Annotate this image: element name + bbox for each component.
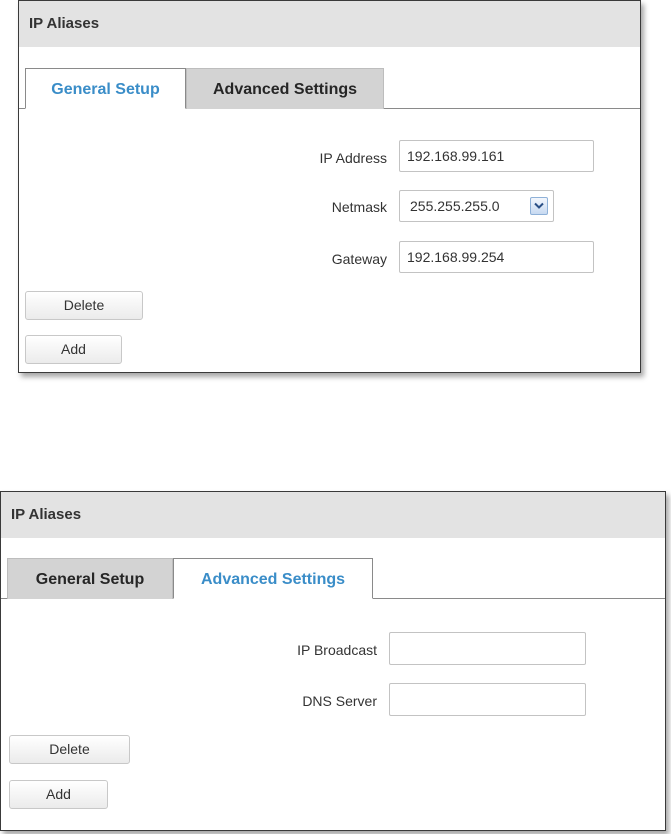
tab-advanced-settings[interactable]: Advanced Settings [173, 558, 373, 599]
ip-address-input[interactable] [399, 140, 594, 172]
netmask-selected-value: 255.255.255.0 [410, 198, 500, 214]
tab-advanced-settings[interactable]: Advanced Settings [186, 68, 384, 109]
tab-bar: General Setup Advanced Settings [19, 67, 640, 109]
add-button[interactable]: Add [25, 335, 122, 364]
ip-broadcast-input[interactable] [389, 632, 586, 665]
tab-general-setup[interactable]: General Setup [25, 68, 186, 109]
dns-server-input[interactable] [389, 683, 586, 716]
gateway-input[interactable] [399, 241, 594, 273]
add-button[interactable]: Add [9, 780, 108, 809]
gateway-label: Gateway [331, 251, 387, 267]
netmask-label: Netmask [331, 199, 387, 215]
ip-aliases-panel-advanced: IP Aliases General Setup Advanced Settin… [0, 491, 666, 831]
delete-button[interactable]: Delete [25, 291, 143, 320]
ip-aliases-panel-general: IP Aliases General Setup Advanced Settin… [18, 0, 641, 373]
panel-title: IP Aliases [19, 1, 640, 47]
chevron-down-icon[interactable] [530, 197, 548, 215]
tab-general-setup[interactable]: General Setup [7, 558, 173, 599]
ip-broadcast-label: IP Broadcast [297, 642, 377, 658]
ip-address-label: IP Address [319, 150, 387, 166]
tab-bar: General Setup Advanced Settings [1, 557, 665, 599]
panel-title: IP Aliases [1, 492, 665, 538]
netmask-select[interactable]: 255.255.255.0 [399, 190, 554, 222]
delete-button[interactable]: Delete [9, 735, 130, 764]
dns-server-label: DNS Server [302, 693, 377, 709]
